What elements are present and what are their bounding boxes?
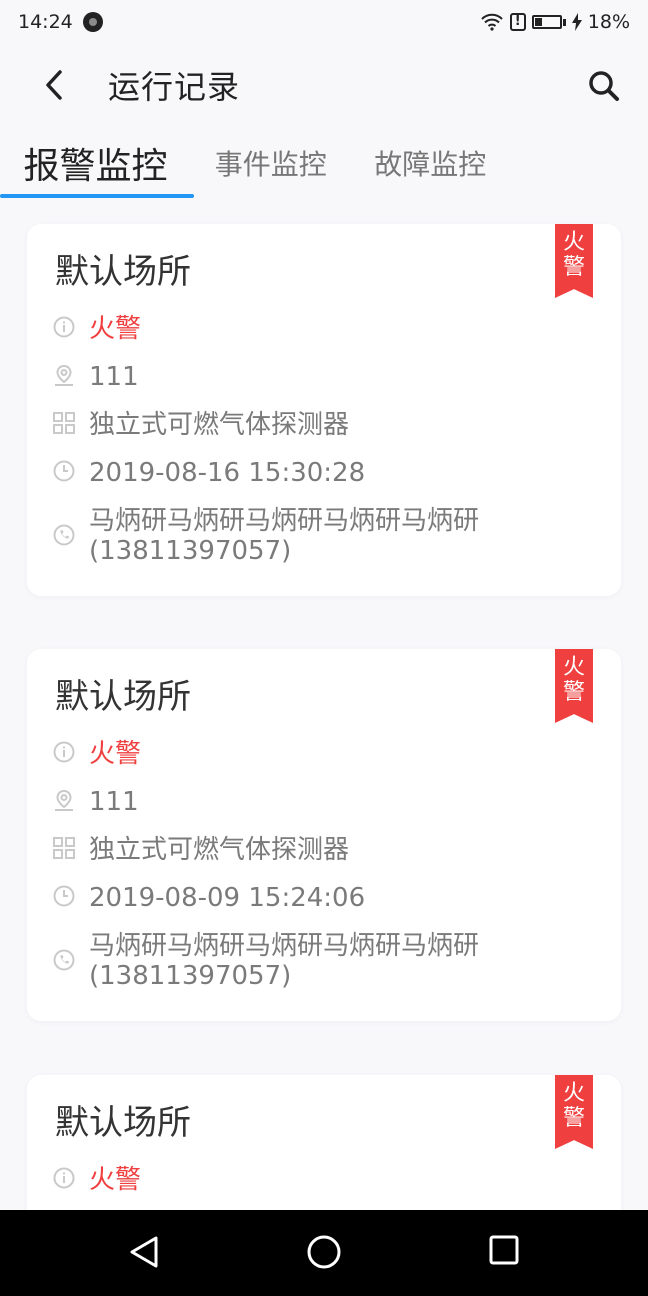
location-pin-icon: [55, 364, 73, 386]
nav-home-icon[interactable]: [306, 1234, 342, 1270]
phone-icon: [53, 949, 75, 971]
location-value: 111: [89, 362, 139, 392]
record-card[interactable]: 默认场所 火警 火警 111 独立式可燃气体探测器: [27, 224, 621, 596]
status-bar: 14:24 ! 18%: [0, 0, 648, 44]
alarm-badge: 火警: [555, 224, 593, 298]
clock-icon: [53, 460, 75, 482]
contact-info: 马炳研马炳研马炳研马炳研马炳研 (13811397057): [89, 506, 549, 566]
battery-tip-icon: [562, 18, 566, 26]
place-name: 默认场所: [55, 252, 191, 292]
location-pin-icon: [55, 789, 73, 811]
alarm-badge: 火警: [555, 1075, 593, 1149]
alarm-type: 火警: [89, 1165, 142, 1195]
place-name: 默认场所: [55, 1103, 191, 1143]
info-icon: [53, 741, 75, 763]
device-row: 独立式可燃气体探测器: [53, 835, 349, 865]
battery-level: 18%: [587, 11, 630, 33]
clock-icon: [53, 885, 75, 907]
contact-name: 马炳研马炳研马炳研马炳研马炳研: [89, 506, 480, 536]
info-icon: [53, 316, 75, 338]
wifi-icon: [481, 13, 503, 31]
time-row: 2019-08-16 15:30:28: [53, 458, 365, 488]
type-row: 火警: [53, 314, 141, 344]
contact-phone: (13811397057): [89, 536, 292, 566]
alarm-type: 火警: [89, 739, 142, 769]
charging-icon: [571, 13, 582, 31]
notification-icon: [82, 12, 103, 32]
back-arrow-icon[interactable]: [38, 68, 72, 102]
battery-icon: [531, 15, 562, 29]
alert-icon: !: [509, 13, 526, 31]
location-value: 111: [89, 787, 139, 817]
contact-phone: (13811397057): [89, 961, 292, 991]
tab-event-monitor[interactable]: 事件监控: [191, 128, 351, 198]
status-time: 14:24: [18, 11, 73, 33]
contact-name: 马炳研马炳研马炳研马炳研马炳研: [89, 931, 480, 961]
phone-icon: [53, 524, 75, 546]
contact-row: 马炳研马炳研马炳研马炳研马炳研 (13811397057): [53, 931, 549, 991]
search-icon[interactable]: [586, 68, 622, 104]
time-row: 2019-08-09 15:24:06: [53, 883, 365, 913]
alarm-time: 2019-08-09 15:24:06: [89, 883, 366, 913]
alarm-time: 2019-08-16 15:30:28: [89, 458, 366, 488]
location-row: 111: [53, 787, 139, 817]
page-title: 运行记录: [108, 68, 241, 106]
type-row: 火警: [53, 739, 141, 769]
system-nav-bar: [0, 1210, 648, 1296]
app-header: 运行记录: [0, 44, 648, 126]
nav-recent-apps-icon[interactable]: [488, 1234, 520, 1266]
alarm-type: 火警: [89, 314, 142, 344]
device-grid-icon: [53, 837, 75, 859]
place-name: 默认场所: [55, 677, 191, 717]
device-grid-icon: [53, 412, 75, 434]
alarm-badge: 火警: [555, 649, 593, 723]
contact-info: 马炳研马炳研马炳研马炳研马炳研 (13811397057): [89, 931, 549, 991]
device-name: 独立式可燃气体探测器: [89, 410, 350, 440]
contact-row: 马炳研马炳研马炳研马炳研马炳研 (13811397057): [53, 506, 549, 566]
device-row: 独立式可燃气体探测器: [53, 410, 349, 440]
tab-bar: 报警监控 事件监控 故障监控: [0, 128, 510, 198]
nav-back-icon[interactable]: [126, 1234, 162, 1270]
info-icon: [53, 1167, 75, 1189]
tab-alarm-monitor[interactable]: 报警监控: [0, 128, 194, 198]
location-row: 111: [53, 362, 139, 392]
tab-fault-monitor[interactable]: 故障监控: [351, 128, 511, 198]
record-card[interactable]: 默认场所 火警 火警 111 独立式可燃气体探测器: [27, 649, 621, 1021]
type-row: 火警: [53, 1165, 141, 1195]
device-name: 独立式可燃气体探测器: [89, 835, 350, 865]
